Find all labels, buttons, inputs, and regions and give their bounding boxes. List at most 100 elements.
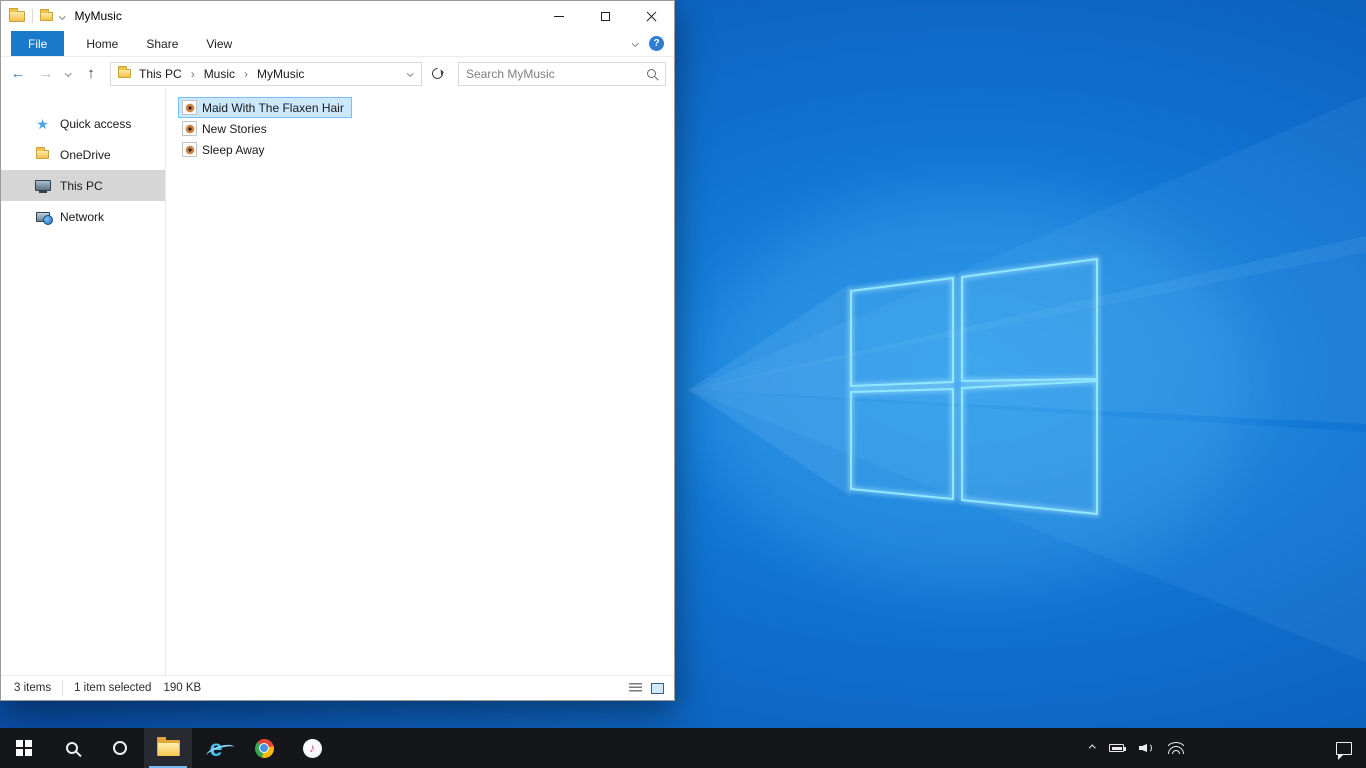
titlebar-separator	[32, 9, 33, 23]
ribbon-tabs: File Home Share View ?	[1, 31, 674, 57]
large-icons-view-icon[interactable]	[651, 682, 664, 694]
sidebar-item-onedrive[interactable]: OneDrive	[1, 139, 165, 170]
taskbar-itunes-button[interactable]: ♪	[288, 728, 336, 768]
refresh-button[interactable]	[424, 62, 450, 86]
speaker-icon	[1139, 742, 1153, 754]
close-button[interactable]	[628, 1, 674, 31]
search-icon[interactable]	[647, 69, 656, 78]
up-button[interactable]: ↑	[78, 61, 104, 87]
system-tray	[1088, 728, 1366, 768]
back-button[interactable]: ←	[5, 61, 31, 87]
taskbar-file-explorer-button[interactable]	[144, 728, 192, 768]
battery-icon	[1109, 744, 1126, 752]
taskbar-chrome-button[interactable]	[240, 728, 288, 768]
chevron-up-icon	[1088, 744, 1095, 752]
action-center-icon	[1336, 741, 1352, 760]
sidebar-item-label: This PC	[60, 178, 103, 193]
computer-icon	[34, 180, 51, 193]
address-dropdown-button[interactable]	[403, 70, 418, 77]
file-item-sleep-away[interactable]: Sleep Away	[178, 139, 273, 160]
taskbar: e ♪	[0, 728, 1366, 768]
file-item-new-stories[interactable]: New Stories	[178, 118, 275, 139]
search-input[interactable]	[466, 66, 647, 81]
quick-access-star-icon: ★	[36, 115, 49, 132]
selection-count: 1 item selected	[74, 682, 152, 694]
volume-button[interactable]	[1139, 742, 1153, 754]
refresh-icon	[429, 65, 445, 82]
sidebar-item-label: Network	[60, 209, 105, 224]
sidebar-item-this-pc[interactable]: This PC	[1, 170, 165, 201]
search-icon	[66, 742, 78, 754]
breadcrumb-separator-icon: ›	[190, 66, 195, 81]
audio-file-icon	[182, 100, 197, 115]
navigation-pane: ★ Quick access OneDrive This PC Network	[1, 90, 166, 675]
quick-access-toolbar-icon[interactable]	[40, 8, 53, 21]
breadcrumb-music[interactable]: Music	[198, 67, 241, 81]
start-button[interactable]	[0, 728, 48, 768]
app-folder-icon[interactable]	[9, 7, 25, 22]
location-folder-icon	[118, 66, 131, 78]
battery-button[interactable]	[1109, 744, 1126, 752]
audio-file-icon	[182, 121, 197, 136]
sidebar-item-quick-access[interactable]: ★ Quick access	[1, 108, 165, 139]
quick-access-toolbar-chevron-icon[interactable]	[59, 12, 66, 20]
tab-file[interactable]: File	[11, 31, 65, 56]
audio-file-icon	[182, 142, 197, 157]
minimize-icon	[554, 15, 564, 17]
forward-button[interactable]: →	[33, 61, 59, 87]
onedrive-folder-icon	[34, 147, 51, 159]
file-name: Sleep Away	[202, 142, 265, 157]
desktop: MyMusic File Home Share View ? ← → ↑ Thi…	[0, 0, 1366, 768]
breadcrumb-this-pc[interactable]: This PC	[133, 67, 188, 81]
minimize-button[interactable]	[536, 1, 582, 31]
sidebar-item-label: OneDrive	[60, 147, 111, 162]
tab-share[interactable]: Share	[132, 31, 192, 56]
sidebar-item-label: Quick access	[60, 116, 132, 131]
close-icon	[646, 11, 657, 22]
network-tray-button[interactable]	[1168, 742, 1184, 754]
tab-home[interactable]: Home	[72, 31, 132, 56]
maximize-button[interactable]	[582, 1, 628, 31]
ribbon-right-controls: ?	[631, 31, 675, 56]
file-list: Maid With The Flaxen Hair New Stories Sl…	[166, 90, 674, 675]
recent-locations-button[interactable]	[61, 61, 76, 87]
selection-size: 190 KB	[163, 682, 202, 694]
file-name: Maid With The Flaxen Hair	[202, 100, 344, 115]
view-toggles	[629, 682, 664, 694]
cortana-button[interactable]	[96, 728, 144, 768]
internet-explorer-icon: e	[209, 734, 223, 761]
titlebar: MyMusic	[1, 1, 674, 31]
itunes-icon: ♪	[302, 738, 322, 758]
network-icon	[34, 211, 53, 225]
window-controls	[536, 1, 674, 31]
help-icon[interactable]: ?	[649, 36, 664, 51]
breadcrumb-separator-icon: ›	[244, 66, 249, 81]
window-title: MyMusic	[74, 9, 122, 23]
taskbar-internet-explorer-button[interactable]: e	[192, 728, 240, 768]
status-divider	[62, 681, 64, 695]
breadcrumb[interactable]: This PC › Music › MyMusic	[110, 61, 422, 86]
chevron-down-icon	[65, 70, 72, 77]
search-box	[458, 61, 666, 86]
file-explorer-icon	[156, 737, 180, 756]
breadcrumb-mymusic[interactable]: MyMusic	[251, 67, 310, 81]
chrome-icon	[254, 738, 274, 758]
quick-access-toolbar	[1, 7, 66, 23]
chevron-down-icon	[406, 70, 413, 77]
explorer-window: MyMusic File Home Share View ? ← → ↑ Thi…	[0, 0, 675, 701]
expand-ribbon-icon[interactable]	[631, 40, 638, 47]
file-item-maid-with-the-flaxen-hair[interactable]: Maid With The Flaxen Hair	[178, 97, 352, 118]
details-view-icon[interactable]	[629, 683, 642, 693]
cortana-icon	[113, 741, 127, 755]
content-area: ★ Quick access OneDrive This PC Network	[1, 90, 674, 675]
sidebar-item-network[interactable]: Network	[1, 201, 165, 232]
item-count: 3 items	[14, 682, 52, 694]
show-hidden-icons-button[interactable]	[1088, 744, 1095, 752]
windows-logo-icon	[15, 739, 33, 757]
action-center-button[interactable]	[1322, 741, 1366, 760]
file-name: New Stories	[202, 121, 267, 136]
wifi-icon	[1168, 742, 1184, 754]
status-bar: 3 items 1 item selected 190 KB	[1, 675, 674, 700]
tab-view[interactable]: View	[192, 31, 246, 56]
taskbar-search-button[interactable]	[48, 728, 96, 768]
